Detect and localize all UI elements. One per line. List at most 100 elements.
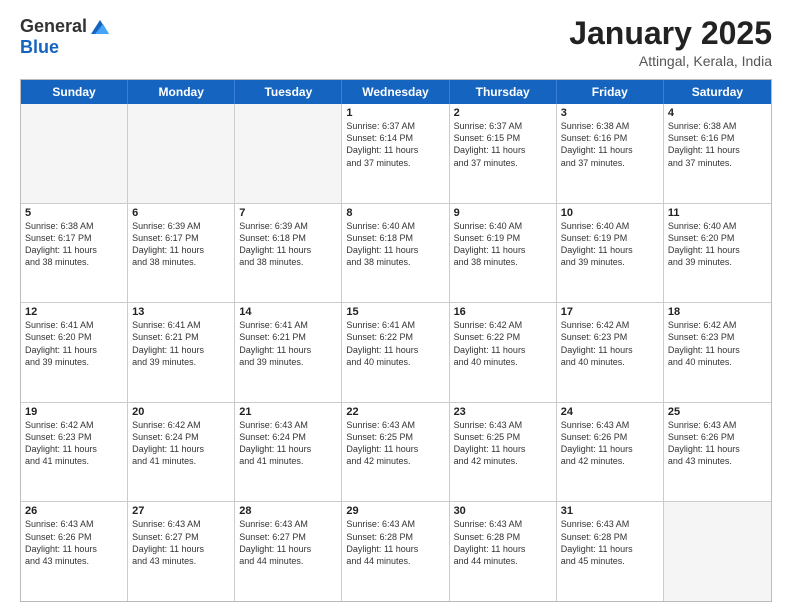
day-number: 25 <box>668 406 767 418</box>
calendar-cell: 29Sunrise: 6:43 AM Sunset: 6:28 PM Dayli… <box>342 502 449 601</box>
day-number: 14 <box>239 306 337 318</box>
header-day-monday: Monday <box>128 80 235 104</box>
calendar-cell <box>664 502 771 601</box>
calendar-cell <box>235 104 342 203</box>
day-number: 31 <box>561 505 659 517</box>
day-number: 9 <box>454 207 552 219</box>
day-info: Sunrise: 6:43 AM Sunset: 6:27 PM Dayligh… <box>239 518 337 567</box>
calendar-cell: 26Sunrise: 6:43 AM Sunset: 6:26 PM Dayli… <box>21 502 128 601</box>
day-info: Sunrise: 6:41 AM Sunset: 6:21 PM Dayligh… <box>239 319 337 368</box>
day-number: 10 <box>561 207 659 219</box>
day-info: Sunrise: 6:42 AM Sunset: 6:24 PM Dayligh… <box>132 419 230 468</box>
day-number: 12 <box>25 306 123 318</box>
day-info: Sunrise: 6:40 AM Sunset: 6:20 PM Dayligh… <box>668 220 767 269</box>
day-number: 23 <box>454 406 552 418</box>
calendar-row: 26Sunrise: 6:43 AM Sunset: 6:26 PM Dayli… <box>21 502 771 601</box>
calendar-cell: 1Sunrise: 6:37 AM Sunset: 6:14 PM Daylig… <box>342 104 449 203</box>
title-location: Attingal, Kerala, India <box>569 53 772 69</box>
day-info: Sunrise: 6:43 AM Sunset: 6:25 PM Dayligh… <box>454 419 552 468</box>
calendar-cell <box>128 104 235 203</box>
day-info: Sunrise: 6:38 AM Sunset: 6:17 PM Dayligh… <box>25 220 123 269</box>
calendar-cell: 3Sunrise: 6:38 AM Sunset: 6:16 PM Daylig… <box>557 104 664 203</box>
day-info: Sunrise: 6:42 AM Sunset: 6:22 PM Dayligh… <box>454 319 552 368</box>
day-number: 22 <box>346 406 444 418</box>
calendar-cell: 17Sunrise: 6:42 AM Sunset: 6:23 PM Dayli… <box>557 303 664 402</box>
calendar-row: 19Sunrise: 6:42 AM Sunset: 6:23 PM Dayli… <box>21 403 771 503</box>
calendar-cell: 21Sunrise: 6:43 AM Sunset: 6:24 PM Dayli… <box>235 403 342 502</box>
calendar-cell: 20Sunrise: 6:42 AM Sunset: 6:24 PM Dayli… <box>128 403 235 502</box>
header-day-tuesday: Tuesday <box>235 80 342 104</box>
day-number: 17 <box>561 306 659 318</box>
title-month: January 2025 <box>569 16 772 51</box>
day-info: Sunrise: 6:43 AM Sunset: 6:26 PM Dayligh… <box>561 419 659 468</box>
logo-general: General <box>20 17 87 37</box>
title-block: January 2025 Attingal, Kerala, India <box>569 16 772 69</box>
day-info: Sunrise: 6:41 AM Sunset: 6:21 PM Dayligh… <box>132 319 230 368</box>
day-number: 27 <box>132 505 230 517</box>
calendar-row: 12Sunrise: 6:41 AM Sunset: 6:20 PM Dayli… <box>21 303 771 403</box>
day-number: 6 <box>132 207 230 219</box>
day-info: Sunrise: 6:42 AM Sunset: 6:23 PM Dayligh… <box>25 419 123 468</box>
day-number: 26 <box>25 505 123 517</box>
day-number: 4 <box>668 107 767 119</box>
day-number: 15 <box>346 306 444 318</box>
logo: General Blue <box>20 16 111 58</box>
calendar-cell: 6Sunrise: 6:39 AM Sunset: 6:17 PM Daylig… <box>128 204 235 303</box>
day-number: 7 <box>239 207 337 219</box>
calendar: SundayMondayTuesdayWednesdayThursdayFrid… <box>20 79 772 602</box>
calendar-body: 1Sunrise: 6:37 AM Sunset: 6:14 PM Daylig… <box>21 104 771 601</box>
calendar-cell: 25Sunrise: 6:43 AM Sunset: 6:26 PM Dayli… <box>664 403 771 502</box>
day-number: 19 <box>25 406 123 418</box>
calendar-cell: 24Sunrise: 6:43 AM Sunset: 6:26 PM Dayli… <box>557 403 664 502</box>
day-info: Sunrise: 6:38 AM Sunset: 6:16 PM Dayligh… <box>561 120 659 169</box>
day-info: Sunrise: 6:38 AM Sunset: 6:16 PM Dayligh… <box>668 120 767 169</box>
calendar-cell: 18Sunrise: 6:42 AM Sunset: 6:23 PM Dayli… <box>664 303 771 402</box>
calendar-cell: 28Sunrise: 6:43 AM Sunset: 6:27 PM Dayli… <box>235 502 342 601</box>
calendar-row: 1Sunrise: 6:37 AM Sunset: 6:14 PM Daylig… <box>21 104 771 204</box>
day-number: 2 <box>454 107 552 119</box>
day-info: Sunrise: 6:42 AM Sunset: 6:23 PM Dayligh… <box>561 319 659 368</box>
header-day-wednesday: Wednesday <box>342 80 449 104</box>
day-info: Sunrise: 6:43 AM Sunset: 6:24 PM Dayligh… <box>239 419 337 468</box>
calendar-cell: 23Sunrise: 6:43 AM Sunset: 6:25 PM Dayli… <box>450 403 557 502</box>
day-info: Sunrise: 6:43 AM Sunset: 6:26 PM Dayligh… <box>668 419 767 468</box>
day-info: Sunrise: 6:37 AM Sunset: 6:14 PM Dayligh… <box>346 120 444 169</box>
calendar-cell: 7Sunrise: 6:39 AM Sunset: 6:18 PM Daylig… <box>235 204 342 303</box>
day-number: 29 <box>346 505 444 517</box>
logo-blue: Blue <box>20 38 59 58</box>
day-number: 3 <box>561 107 659 119</box>
day-number: 20 <box>132 406 230 418</box>
calendar-cell: 2Sunrise: 6:37 AM Sunset: 6:15 PM Daylig… <box>450 104 557 203</box>
day-number: 30 <box>454 505 552 517</box>
day-info: Sunrise: 6:39 AM Sunset: 6:18 PM Dayligh… <box>239 220 337 269</box>
calendar-cell: 13Sunrise: 6:41 AM Sunset: 6:21 PM Dayli… <box>128 303 235 402</box>
day-info: Sunrise: 6:43 AM Sunset: 6:26 PM Dayligh… <box>25 518 123 567</box>
header: General Blue January 2025 Attingal, Kera… <box>20 16 772 69</box>
header-day-friday: Friday <box>557 80 664 104</box>
calendar-cell <box>21 104 128 203</box>
day-number: 28 <box>239 505 337 517</box>
day-info: Sunrise: 6:41 AM Sunset: 6:22 PM Dayligh… <box>346 319 444 368</box>
day-info: Sunrise: 6:43 AM Sunset: 6:28 PM Dayligh… <box>561 518 659 567</box>
calendar-cell: 15Sunrise: 6:41 AM Sunset: 6:22 PM Dayli… <box>342 303 449 402</box>
page: General Blue January 2025 Attingal, Kera… <box>0 0 792 612</box>
logo-icon <box>89 16 111 38</box>
calendar-cell: 31Sunrise: 6:43 AM Sunset: 6:28 PM Dayli… <box>557 502 664 601</box>
day-info: Sunrise: 6:40 AM Sunset: 6:19 PM Dayligh… <box>454 220 552 269</box>
calendar-cell: 16Sunrise: 6:42 AM Sunset: 6:22 PM Dayli… <box>450 303 557 402</box>
calendar-cell: 27Sunrise: 6:43 AM Sunset: 6:27 PM Dayli… <box>128 502 235 601</box>
day-number: 8 <box>346 207 444 219</box>
day-info: Sunrise: 6:43 AM Sunset: 6:27 PM Dayligh… <box>132 518 230 567</box>
calendar-cell: 22Sunrise: 6:43 AM Sunset: 6:25 PM Dayli… <box>342 403 449 502</box>
calendar-row: 5Sunrise: 6:38 AM Sunset: 6:17 PM Daylig… <box>21 204 771 304</box>
day-number: 11 <box>668 207 767 219</box>
header-day-sunday: Sunday <box>21 80 128 104</box>
day-info: Sunrise: 6:43 AM Sunset: 6:28 PM Dayligh… <box>454 518 552 567</box>
calendar-cell: 8Sunrise: 6:40 AM Sunset: 6:18 PM Daylig… <box>342 204 449 303</box>
day-number: 13 <box>132 306 230 318</box>
calendar-cell: 30Sunrise: 6:43 AM Sunset: 6:28 PM Dayli… <box>450 502 557 601</box>
day-info: Sunrise: 6:41 AM Sunset: 6:20 PM Dayligh… <box>25 319 123 368</box>
header-day-thursday: Thursday <box>450 80 557 104</box>
day-info: Sunrise: 6:37 AM Sunset: 6:15 PM Dayligh… <box>454 120 552 169</box>
day-info: Sunrise: 6:40 AM Sunset: 6:18 PM Dayligh… <box>346 220 444 269</box>
